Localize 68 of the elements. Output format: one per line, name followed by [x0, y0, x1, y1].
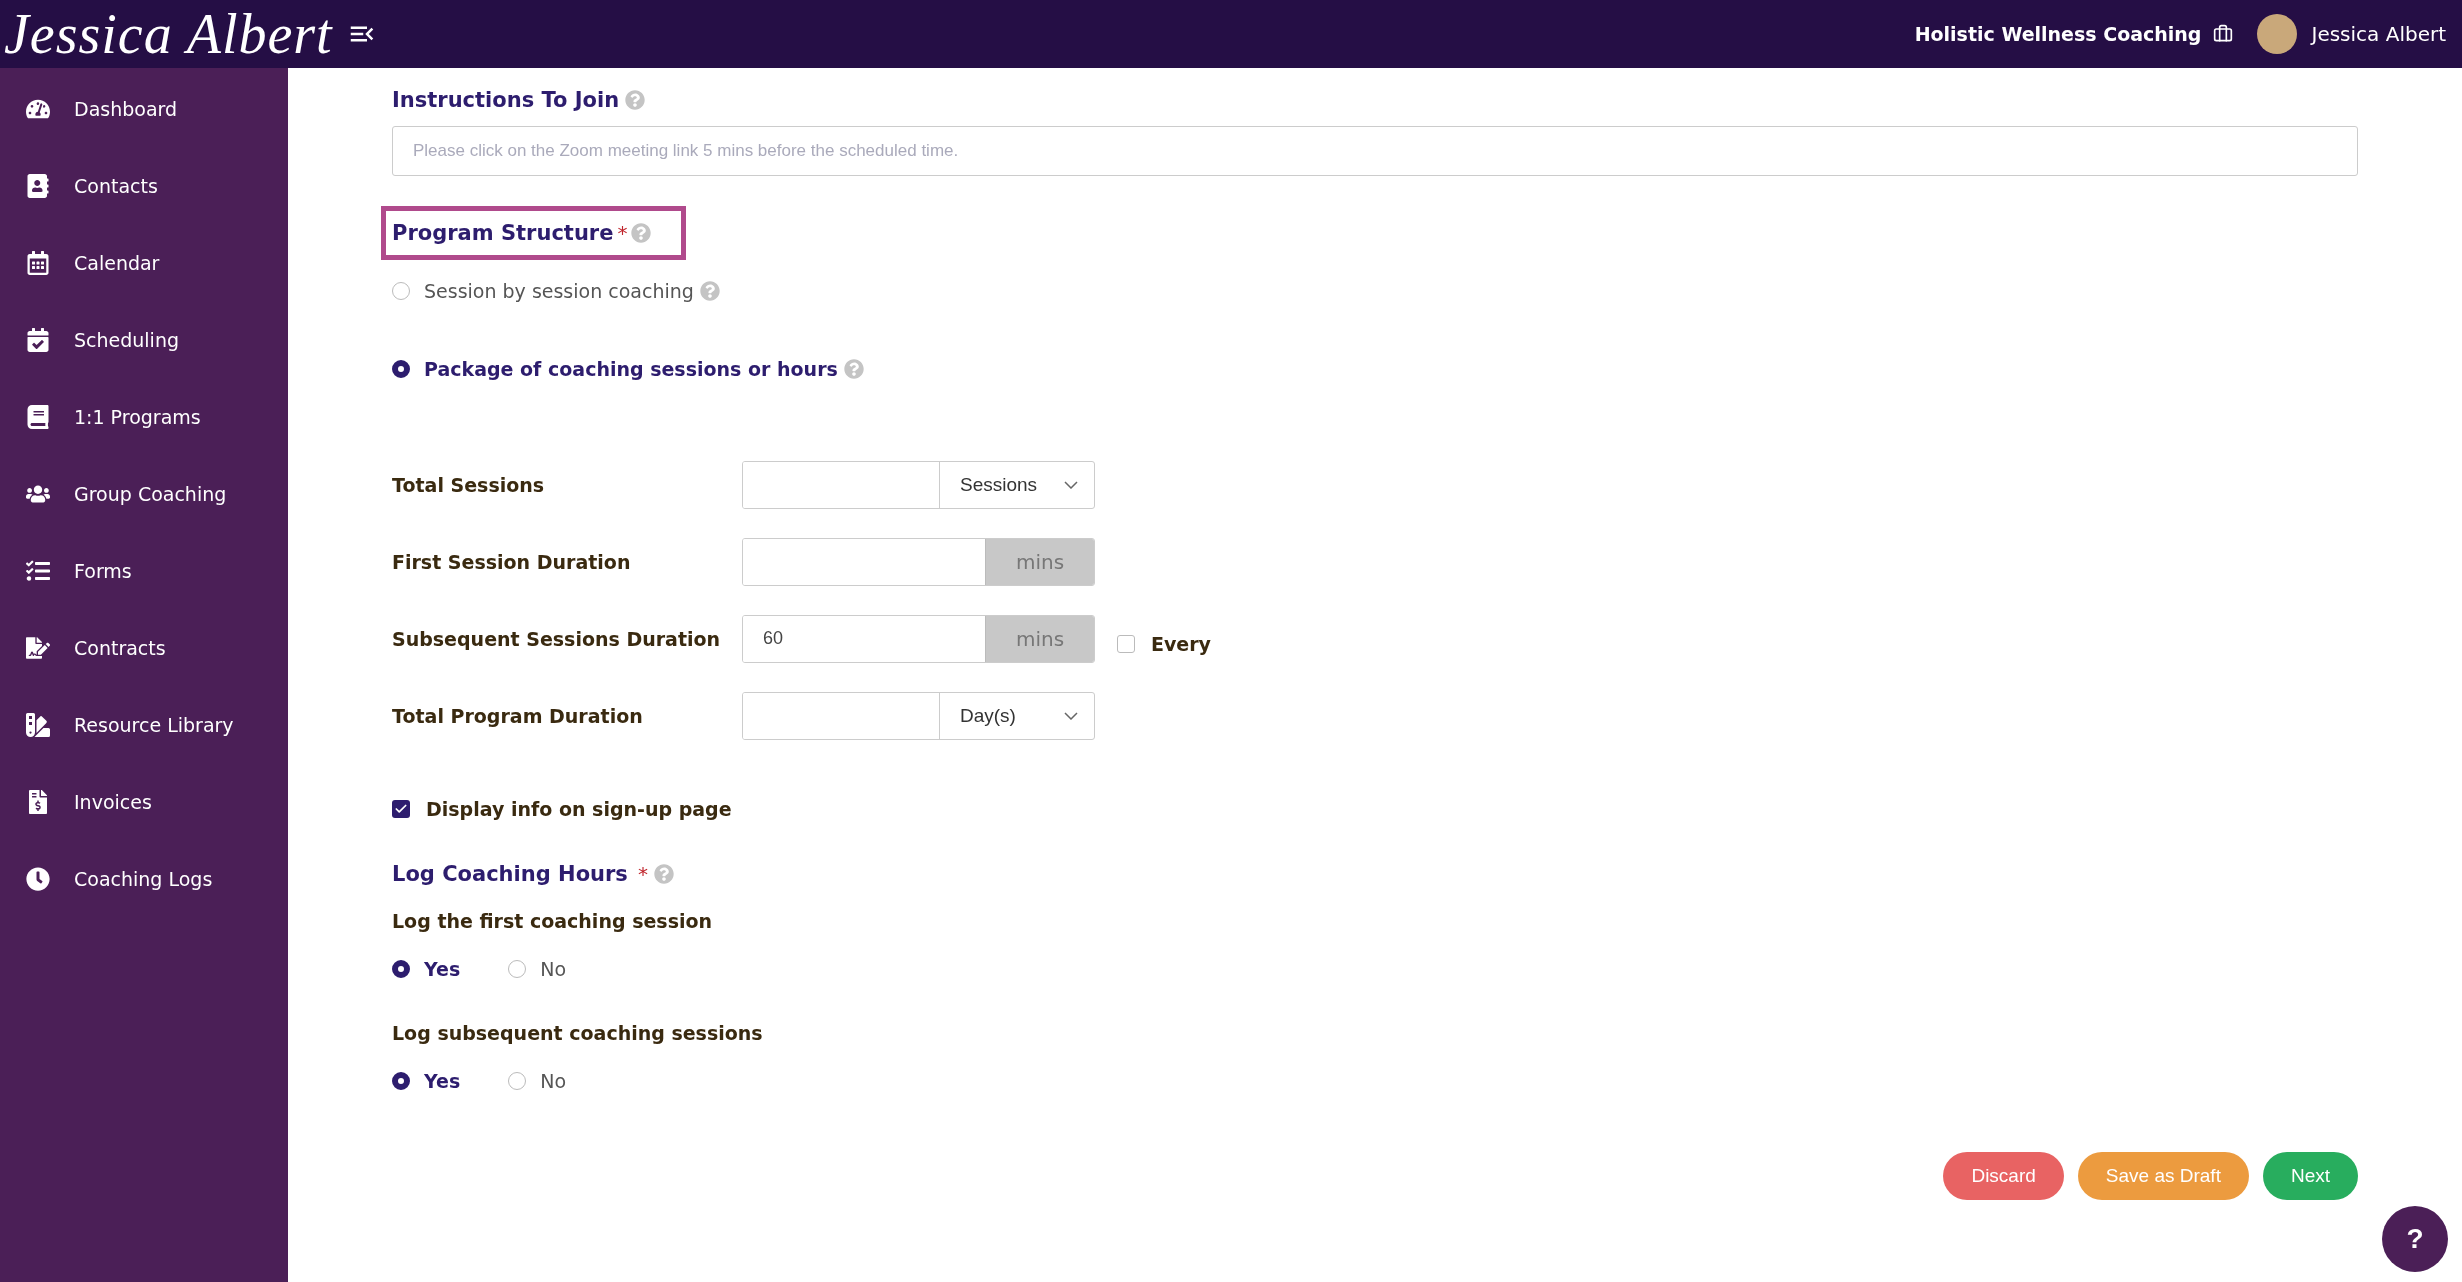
radio-button[interactable]: [392, 960, 410, 978]
radio-option[interactable]: No: [508, 1070, 567, 1092]
field-label: Subsequent Sessions Duration: [392, 627, 722, 650]
chevron-icon: [1064, 711, 1078, 720]
input-group[interactable]: Sessions: [742, 460, 1095, 509]
field-label: Total Sessions: [392, 473, 546, 496]
check-icon: [394, 802, 408, 816]
sidebar-item[interactable]: Calendar: [0, 224, 288, 301]
field-label: First Session Duration: [392, 550, 632, 573]
checkbox-option[interactable]: Display info on sign-up page: [392, 798, 2358, 820]
sidebar-item[interactable]: Contracts: [0, 609, 288, 686]
sidebar-item[interactable]: Scheduling: [0, 301, 288, 378]
radio-button[interactable]: [508, 1072, 527, 1090]
question-label: Log the first coaching session: [392, 910, 713, 932]
checklist-icon: [26, 558, 50, 583]
sidebar-item[interactable]: Group Coaching: [0, 455, 288, 532]
required-mark: *: [637, 862, 648, 886]
sidebar-item[interactable]: Resource Library: [0, 686, 288, 763]
briefcase-icon[interactable]: [2213, 24, 2234, 44]
checkbox[interactable]: [392, 800, 410, 818]
sidebar-item[interactable]: Invoices: [0, 763, 288, 840]
avatar[interactable]: [2257, 14, 2298, 54]
sidebar-item[interactable]: Coaching Logs: [0, 840, 288, 917]
help-icon[interactable]: [631, 223, 652, 243]
checkbox-option[interactable]: Every: [1117, 632, 1211, 655]
input-group[interactable]: 60 mins: [742, 614, 1095, 663]
unit-dropdown[interactable]: Sessions: [939, 461, 1094, 508]
radio-option[interactable]: Session by session coaching: [392, 280, 694, 302]
checkbox[interactable]: [1117, 634, 1135, 653]
unit-addon: mins: [985, 615, 1094, 662]
radio-option[interactable]: Yes: [392, 958, 461, 980]
field-label: Total Program Duration: [392, 704, 644, 727]
question-label: Log subsequent coaching sessions: [392, 1022, 763, 1044]
radio-button[interactable]: [392, 360, 410, 378]
unit-dropdown[interactable]: Day(s): [939, 692, 1094, 739]
unit-addon: mins: [985, 538, 1094, 585]
section-heading: Instructions To Join: [392, 88, 620, 112]
section-heading: Log Coaching Hours: [392, 862, 628, 886]
radio-option[interactable]: Package of coaching sessions or hours: [392, 358, 838, 380]
clock-icon: [26, 866, 50, 891]
book-icon: [26, 404, 50, 429]
user-name[interactable]: Jessica Albert: [2311, 22, 2446, 46]
logo: Jessica Albert: [3, 2, 333, 66]
help-button[interactable]: ?: [2382, 1206, 2448, 1272]
help-icon[interactable]: [843, 359, 864, 379]
calendar-check-icon: [26, 327, 50, 352]
sidebar-item[interactable]: Dashboard: [0, 70, 288, 147]
chevron-icon: [1064, 480, 1078, 489]
invoice-icon: [26, 789, 50, 814]
section-heading: Program Structure: [392, 221, 614, 245]
calendar-icon: [26, 250, 50, 275]
sidebar-item[interactable]: Contacts: [0, 147, 288, 224]
address-book-icon: [26, 173, 50, 198]
sidebar-item[interactable]: 1:1 Programs: [0, 378, 288, 455]
instructions-field[interactable]: Please click on the Zoom meeting link 5 mins before the scheduled time.: [392, 126, 2358, 176]
sidebar-item[interactable]: Forms: [0, 532, 288, 609]
radio-option[interactable]: Yes: [392, 1070, 461, 1092]
signature-icon: [26, 635, 50, 660]
help-icon[interactable]: [699, 281, 720, 301]
radio-button[interactable]: [508, 960, 527, 978]
help-icon[interactable]: [625, 90, 646, 110]
input-group[interactable]: Day(s): [742, 691, 1095, 740]
radio-button[interactable]: [392, 282, 410, 300]
radio-button[interactable]: [392, 1072, 410, 1090]
help-icon[interactable]: [653, 864, 674, 884]
business-name: Holistic Wellness Coaching: [1914, 23, 2202, 45]
radio-option[interactable]: No: [508, 958, 567, 980]
required-mark: *: [617, 221, 628, 245]
